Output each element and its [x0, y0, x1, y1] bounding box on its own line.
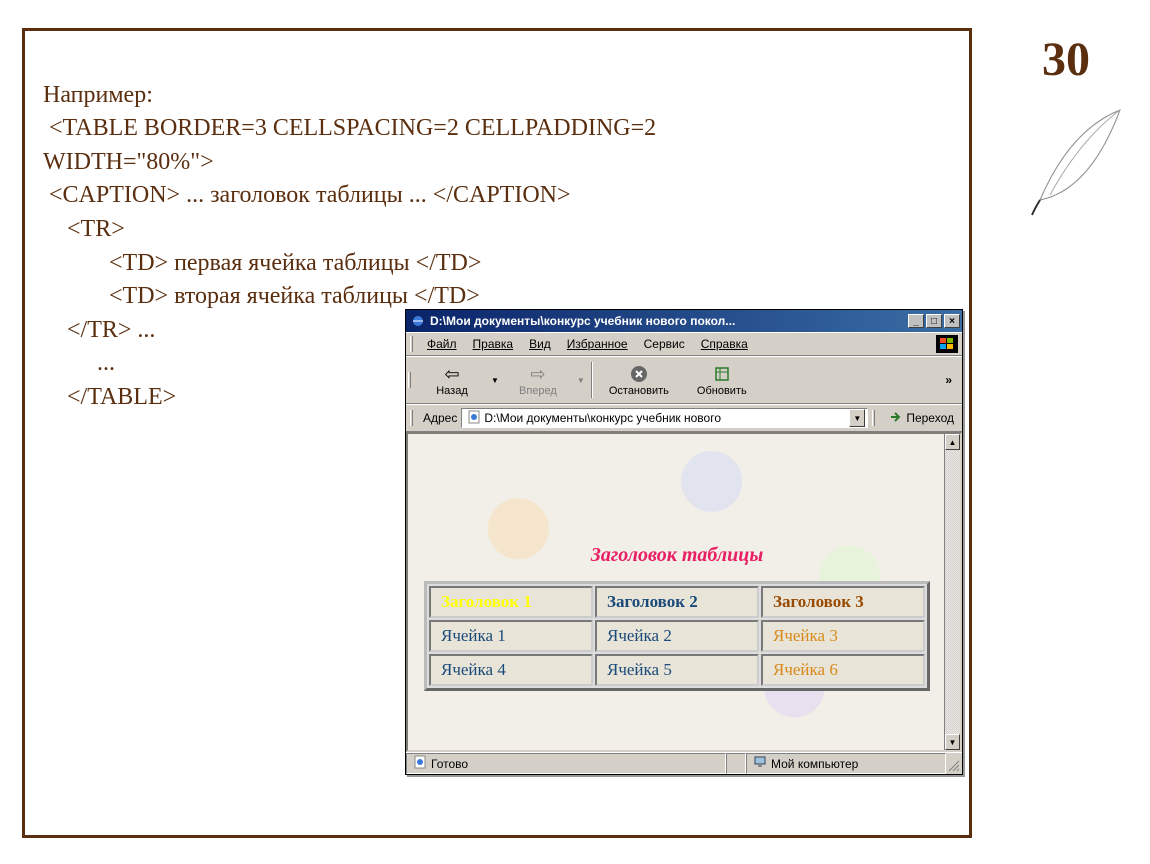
code-line: <TABLE BORDER=3 CELLSPACING=2 CELLPADDIN… — [43, 115, 656, 141]
page-curl-icon — [1010, 100, 1130, 220]
scroll-track[interactable] — [945, 450, 960, 734]
menubar: Файл Правка Вид Избранное Сервис Справка — [406, 332, 962, 356]
minimize-button[interactable]: _ — [908, 314, 924, 328]
address-label: Адрес — [423, 411, 457, 425]
table-cell: Ячейка 5 — [595, 654, 759, 686]
menu-edit[interactable]: Правка — [465, 335, 522, 353]
menu-favorites[interactable]: Избранное — [559, 335, 636, 353]
code-line: </TR> ... — [43, 317, 155, 343]
menu-tools[interactable]: Сервис — [636, 335, 693, 353]
toolbar-overflow[interactable]: » — [937, 373, 960, 387]
grip-icon — [872, 410, 875, 426]
address-dropdown[interactable]: ▼ — [849, 409, 865, 427]
table-cell: Ячейка 1 — [429, 620, 593, 652]
table-cell: Ячейка 6 — [761, 654, 925, 686]
code-line: <TR> — [43, 216, 125, 242]
table-cell: Ячейка 2 — [595, 620, 759, 652]
status-zone-pane: Мой компьютер — [746, 753, 946, 774]
table-header: Заголовок 3 — [761, 586, 925, 618]
back-dropdown[interactable]: ▼ — [487, 376, 503, 385]
close-button[interactable]: × — [944, 314, 960, 328]
refresh-icon — [713, 363, 731, 385]
code-line: <CAPTION> ... заголовок таблицы ... </CA… — [43, 182, 571, 208]
computer-icon — [753, 755, 767, 772]
table-header: Заголовок 2 — [595, 586, 759, 618]
menu-view[interactable]: Вид — [521, 335, 559, 353]
status-pane-empty — [726, 753, 746, 774]
grip-icon — [408, 372, 411, 388]
code-line: ... — [43, 350, 115, 376]
go-arrow-icon — [889, 410, 903, 427]
code-line: </TABLE> — [43, 384, 176, 410]
table-cell: Ячейка 3 — [761, 620, 925, 652]
separator — [591, 362, 593, 398]
slide-frame: Например: <TABLE BORDER=3 CELLSPACING=2 … — [22, 28, 972, 838]
resize-grip-icon[interactable] — [946, 753, 962, 774]
stop-icon — [630, 363, 648, 385]
status-text: Готово — [431, 757, 468, 771]
status-ready-pane: Готово — [406, 753, 726, 774]
table-cell: Ячейка 4 — [429, 654, 593, 686]
table-caption: Заголовок таблицы — [424, 544, 930, 567]
stop-label: Остановить — [609, 385, 669, 397]
arrow-left-icon: ⇦ — [444, 363, 459, 385]
table-header-row: Заголовок 1 Заголовок 2 Заголовок 3 — [429, 586, 925, 618]
addressbar: Адрес D:\Мои документы\конкурс учебник н… — [406, 404, 962, 432]
grip-icon — [410, 410, 413, 426]
status-zone-text: Мой компьютер — [771, 757, 858, 771]
go-button[interactable]: Переход — [885, 410, 958, 427]
ie-icon — [410, 313, 426, 329]
scroll-down-icon[interactable]: ▼ — [945, 734, 960, 750]
window-title: D:\Мои документы\конкурс учебник нового … — [430, 314, 908, 328]
ie-page-icon — [413, 755, 427, 772]
back-button[interactable]: ⇦ Назад — [417, 361, 487, 399]
back-label: Назад — [436, 385, 468, 397]
refresh-label: Обновить — [697, 385, 747, 397]
ie-page-icon — [467, 410, 481, 427]
forward-dropdown[interactable]: ▼ — [573, 376, 589, 385]
menu-help[interactable]: Справка — [693, 335, 756, 353]
grip-icon — [410, 336, 413, 352]
table-row: Ячейка 4 Ячейка 5 Ячейка 6 — [429, 654, 925, 686]
vertical-scrollbar[interactable]: ▲ ▼ — [944, 434, 960, 750]
page-number: 30 — [1042, 32, 1090, 87]
menu-file[interactable]: Файл — [419, 335, 465, 353]
titlebar: D:\Мои документы\конкурс учебник нового … — [406, 310, 962, 332]
page-content: Заголовок таблицы Заголовок 1 Заголовок … — [406, 432, 962, 752]
toolbar: ⇦ Назад ▼ ⇨ Вперед ▼ Остановить Обновить — [406, 356, 962, 404]
refresh-button[interactable]: Обновить — [683, 361, 761, 399]
table-header: Заголовок 1 — [429, 586, 593, 618]
scroll-up-icon[interactable]: ▲ — [945, 434, 960, 450]
address-input[interactable]: D:\Мои документы\конкурс учебник нового … — [461, 408, 868, 428]
code-line: <TD> вторая ячейка таблицы </TD> — [43, 283, 480, 309]
maximize-button[interactable]: □ — [926, 314, 942, 328]
code-line: Например: — [43, 82, 153, 108]
go-label: Переход — [906, 411, 954, 425]
windows-logo-icon — [936, 335, 958, 353]
stop-button[interactable]: Остановить — [595, 361, 683, 399]
code-line: WIDTH="80%"> — [43, 149, 214, 175]
browser-window: D:\Мои документы\конкурс учебник нового … — [405, 309, 963, 775]
code-line: <TD> первая ячейка таблицы </TD> — [43, 250, 481, 276]
sample-table-wrap: Заголовок таблицы Заголовок 1 Заголовок … — [424, 544, 930, 691]
table-row: Ячейка 1 Ячейка 2 Ячейка 3 — [429, 620, 925, 652]
address-text: D:\Мои документы\конкурс учебник нового — [484, 411, 849, 425]
arrow-right-icon: ⇨ — [530, 363, 545, 385]
forward-button[interactable]: ⇨ Вперед — [503, 361, 573, 399]
statusbar: Готово Мой компьютер — [406, 752, 962, 774]
sample-table: Заголовок 1 Заголовок 2 Заголовок 3 Ячей… — [424, 581, 930, 691]
forward-label: Вперед — [519, 385, 557, 397]
